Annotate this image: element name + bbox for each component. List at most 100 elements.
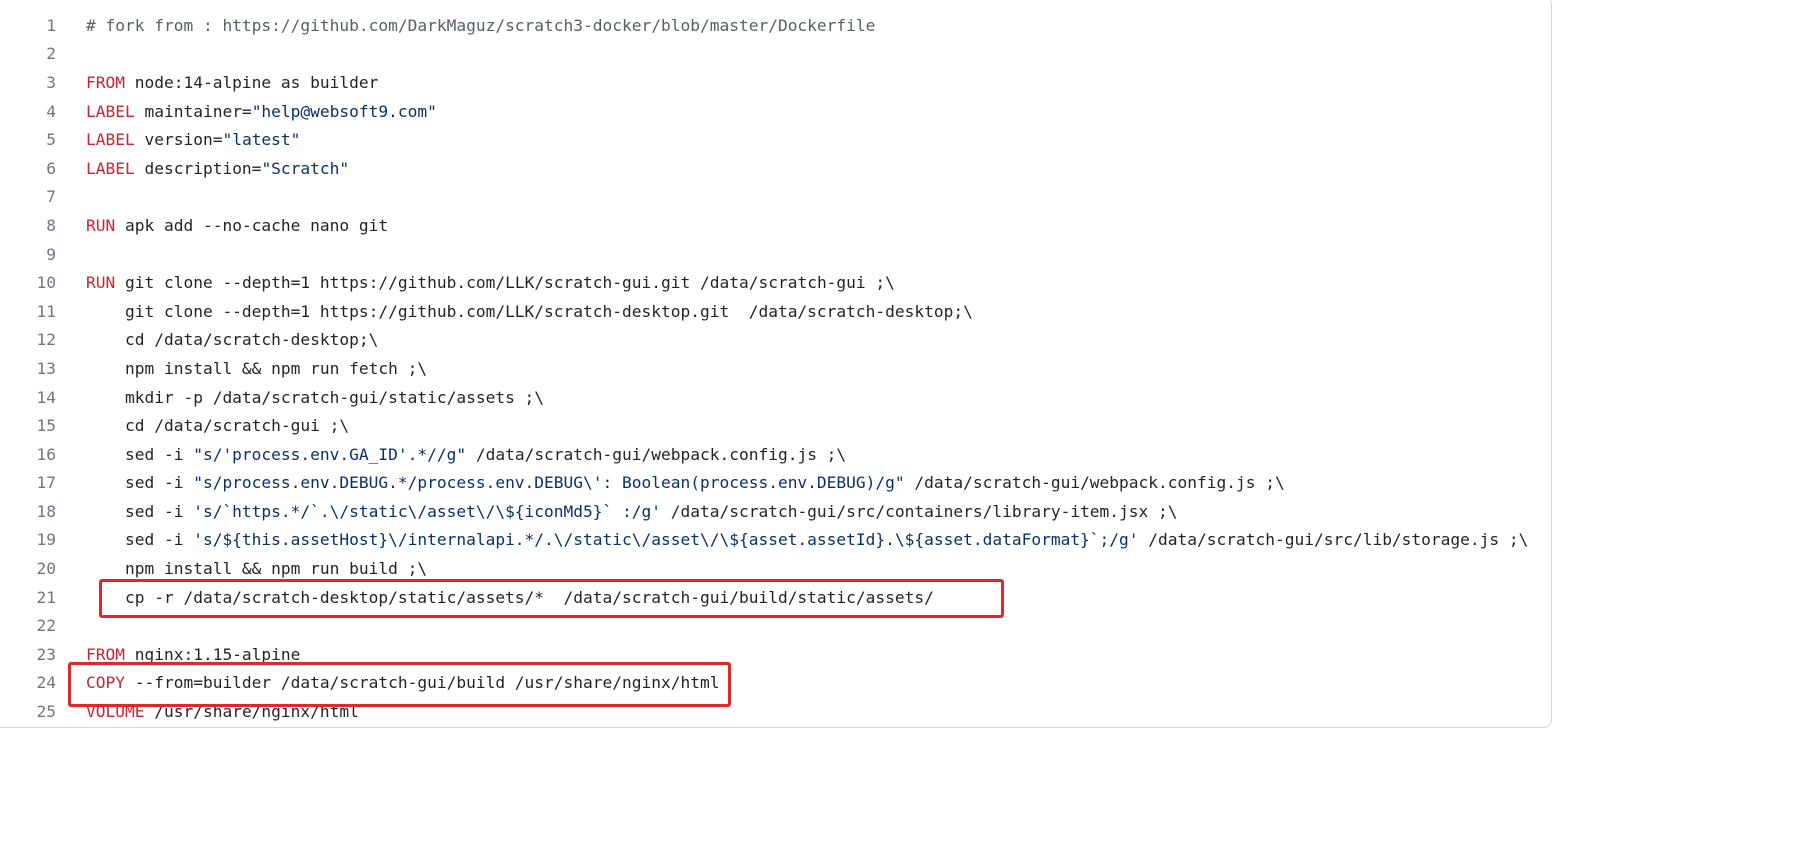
- code-token-keyword: COPY: [86, 673, 125, 693]
- line-number: 16: [36, 444, 57, 464]
- code-line: 10 RUN git clone --depth=1 https://github…: [0, 268, 1551, 297]
- line-number: 3: [46, 72, 56, 92]
- code-lines: 1 # fork from : https://github.com/DarkMa…: [0, 11, 1551, 726]
- code-token-text: description=: [134, 158, 262, 178]
- code-line: 15 cd /data/scratch-gui ;\: [0, 411, 1551, 440]
- code-token-keyword: RUN: [86, 273, 116, 293]
- line-number: 10: [36, 273, 57, 293]
- code-line: 13 npm install && npm run fetch ;\: [0, 354, 1551, 383]
- line-number: 20: [36, 559, 57, 579]
- code-line: 11 git clone --depth=1 https://github.co…: [0, 297, 1551, 326]
- code-token-text: /usr/share/nginx/html: [144, 702, 359, 722]
- line-code: LABEL version="latest": [56, 130, 300, 149]
- code-token-text: sed -i: [86, 473, 194, 493]
- code-token-text: cp -r /data/scratch-desktop/static/asset…: [86, 587, 934, 607]
- code-token-text: /data/scratch-gui/webpack.config.js ;\: [466, 444, 847, 464]
- line-code: mkdir -p /data/scratch-gui/static/assets…: [56, 388, 544, 407]
- code-token-keyword: RUN: [86, 215, 116, 235]
- code-token-text: npm install && npm run build ;\: [86, 559, 428, 579]
- line-code: cd /data/scratch-gui ;\: [56, 416, 349, 435]
- code-line: 24 COPY --from=builder /data/scratch-gui/…: [0, 669, 1551, 698]
- line-code: sed -i 's/`https.*/`.\/static\/asset\/\$…: [56, 502, 1178, 521]
- line-code: # fork from : https://github.com/DarkMag…: [56, 16, 875, 35]
- line-number: 11: [36, 301, 57, 321]
- line-number: 19: [36, 530, 57, 550]
- code-line: 2: [0, 40, 1551, 69]
- code-token-keyword: LABEL: [86, 130, 135, 150]
- line-number: 18: [36, 501, 57, 521]
- line-code: cp -r /data/scratch-desktop/static/asset…: [56, 588, 934, 607]
- line-number: 7: [46, 187, 56, 207]
- code-line: 22: [0, 611, 1551, 640]
- line-number: 24: [36, 673, 57, 693]
- line-code: RUN apk add --no-cache nano git: [56, 216, 388, 235]
- code-token-text: /data/scratch-gui/src/lib/storage.js ;\: [1138, 530, 1529, 550]
- line-code: npm install && npm run fetch ;\: [56, 359, 427, 378]
- code-line: 16 sed -i "s/'process.env.GA_ID'.*//g" /…: [0, 440, 1551, 469]
- code-token-text: sed -i: [86, 501, 194, 521]
- code-line: 3 FROM node:14-alpine as builder: [0, 68, 1551, 97]
- code-line: 25 VOLUME /usr/share/nginx/html: [0, 697, 1551, 726]
- line-number: 13: [36, 358, 57, 378]
- line-code: npm install && npm run build ;\: [56, 559, 427, 578]
- code-token-text: git clone --depth=1 https://github.com/L…: [86, 301, 973, 321]
- line-code: COPY --from=builder /data/scratch-gui/bu…: [56, 673, 719, 692]
- code-token-text: version=: [134, 130, 223, 150]
- line-number: 17: [36, 473, 57, 493]
- line-code: RUN git clone --depth=1 https://github.c…: [56, 273, 895, 292]
- code-token-string: 's/`https.*/`.\/static\/asset\/\${iconMd…: [193, 501, 661, 521]
- code-token-string: "s/'process.env.GA_ID'.*//g": [193, 444, 467, 464]
- code-line: 21 cp -r /data/scratch-desktop/static/as…: [0, 583, 1551, 612]
- line-code: sed -i "s/'process.env.GA_ID'.*//g" /dat…: [56, 445, 846, 464]
- code-line: 18 sed -i 's/`https.*/`.\/static\/asset\…: [0, 497, 1551, 526]
- code-line: 1 # fork from : https://github.com/DarkMa…: [0, 11, 1551, 40]
- code-token-text: apk add --no-cache nano git: [115, 215, 389, 235]
- code-line: 14 mkdir -p /data/scratch-gui/static/ass…: [0, 383, 1551, 412]
- code-line: 8 RUN apk add --no-cache nano git: [0, 211, 1551, 240]
- code-line: 17 sed -i "s/process.env.DEBUG.*/process…: [0, 469, 1551, 498]
- code-token-string: "Scratch": [261, 158, 350, 178]
- line-code: FROM nginx:1.15-alpine: [56, 645, 300, 664]
- line-number: 6: [46, 158, 56, 178]
- line-code: LABEL description="Scratch": [56, 159, 349, 178]
- code-token-text: nginx:1.15-alpine: [124, 644, 301, 664]
- code-line: 23 FROM nginx:1.15-alpine: [0, 640, 1551, 669]
- code-token-string: "latest": [222, 130, 301, 150]
- line-number: 21: [36, 587, 57, 607]
- code-token-text: sed -i: [86, 444, 194, 464]
- code-line: 20 npm install && npm run build ;\: [0, 554, 1551, 583]
- line-number: 25: [36, 702, 57, 722]
- code-token-text: /data/scratch-gui/webpack.config.js ;\: [904, 473, 1285, 493]
- line-number: 4: [46, 101, 56, 121]
- line-number: 22: [36, 616, 57, 636]
- code-token-text: sed -i: [86, 530, 194, 550]
- line-number: 1: [46, 15, 56, 35]
- line-code: cd /data/scratch-desktop;\: [56, 330, 378, 349]
- code-token-keyword: FROM: [86, 72, 125, 92]
- code-token-text: node:14-alpine as builder: [124, 72, 379, 92]
- line-number: 23: [36, 644, 57, 664]
- line-number: 14: [36, 387, 57, 407]
- line-code: FROM node:14-alpine as builder: [56, 73, 378, 92]
- code-token-text: cd /data/scratch-gui ;\: [86, 416, 350, 436]
- code-token-text: cd /data/scratch-desktop;\: [86, 330, 379, 350]
- code-line: 6 LABEL description="Scratch": [0, 154, 1551, 183]
- code-token-string: "help@websoft9.com": [251, 101, 437, 121]
- line-number: 5: [46, 130, 56, 150]
- line-code: sed -i 's/${this.assetHost}\/internalapi…: [56, 530, 1528, 549]
- code-token-text: npm install && npm run fetch ;\: [86, 358, 428, 378]
- code-line: 9: [0, 240, 1551, 269]
- code-token-keyword: FROM: [86, 644, 125, 664]
- code-token-text: --from=builder /data/scratch-gui/build /…: [124, 673, 720, 693]
- line-number: 12: [36, 330, 57, 350]
- code-token-string: 's/${this.assetHost}\/internalapi.*/.\/s…: [193, 530, 1139, 550]
- line-number: 8: [46, 215, 56, 235]
- code-line: 19 sed -i 's/${this.assetHost}\/internal…: [0, 526, 1551, 555]
- code-token-text: /data/scratch-gui/src/containers/library…: [661, 501, 1178, 521]
- code-line: 4 LABEL maintainer="help@websoft9.com": [0, 97, 1551, 126]
- code-line: 12 cd /data/scratch-desktop;\: [0, 326, 1551, 355]
- code-token-keyword: LABEL: [86, 158, 135, 178]
- line-number: 2: [46, 44, 56, 64]
- code-token-text: mkdir -p /data/scratch-gui/static/assets…: [86, 387, 545, 407]
- code-token-text: git clone --depth=1 https://github.com/L…: [115, 273, 895, 293]
